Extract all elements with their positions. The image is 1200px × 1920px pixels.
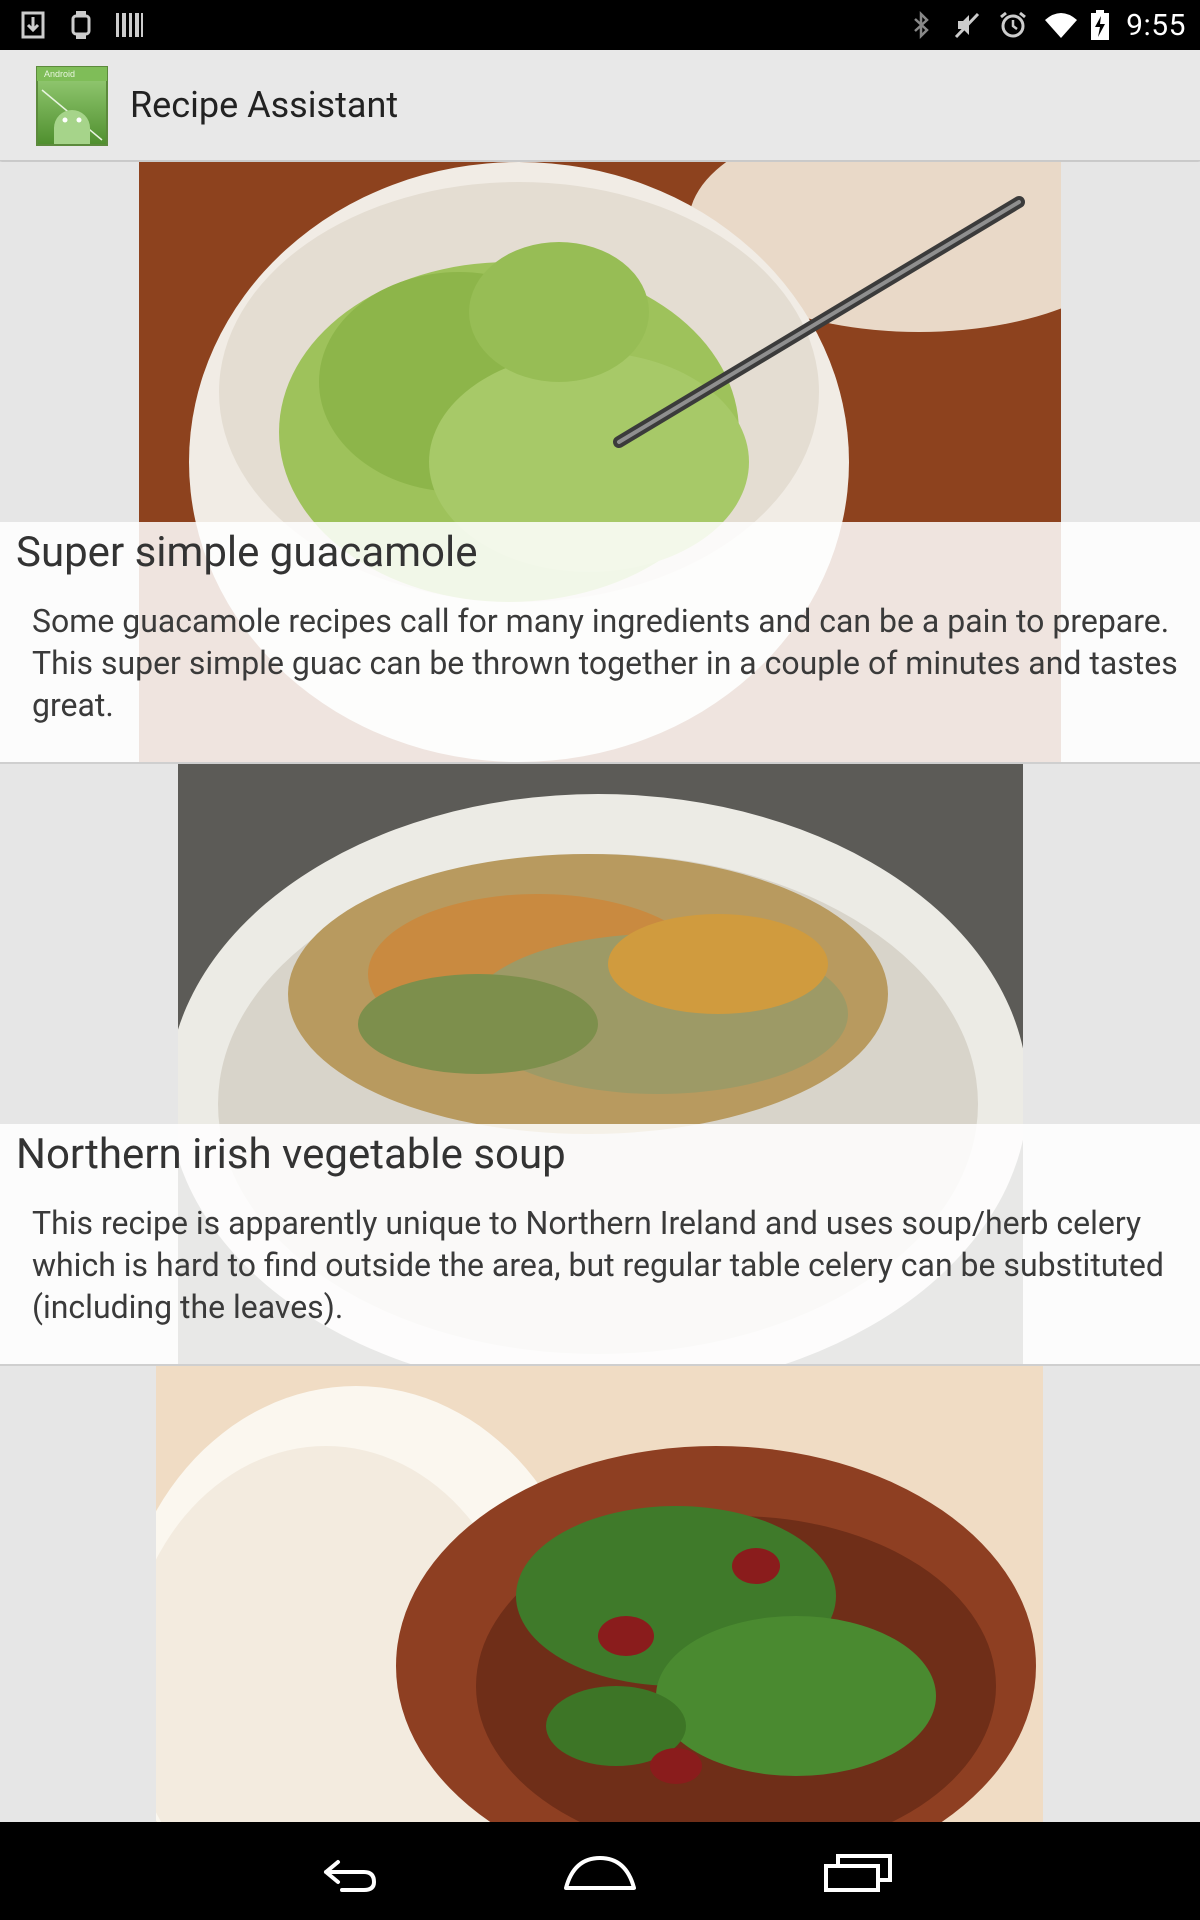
recipe-caption: Super simple guacamole Some guacamole re… [0,522,1200,762]
mute-icon [952,10,982,40]
recipe-card[interactable]: Super simple guacamole Some guacamole re… [0,162,1200,762]
alarm-icon [998,10,1028,40]
android-app-icon[interactable]: Android [36,66,108,146]
back-icon[interactable] [306,1844,386,1900]
action-bar: Android Recipe Assistant [0,50,1200,161]
bluetooth-icon [906,10,936,40]
app-title: Recipe Assistant [130,84,399,126]
recent-apps-icon[interactable] [818,1844,898,1900]
recipe-card[interactable]: Northern irish vegetable soup This recip… [0,764,1200,1364]
svg-text:Android: Android [44,69,75,79]
recipe-caption: Northern irish vegetable soup This recip… [0,1124,1200,1364]
system-icons: 9:55 [906,6,1186,44]
recipe-title: Northern irish vegetable soup [16,1130,566,1179]
recipe-description: Some guacamole recipes call for many ing… [32,602,1178,724]
navigation-bar [0,1822,1200,1920]
watch-icon [66,10,96,40]
recipe-title: Super simple guacamole [16,528,478,577]
wifi-icon [1044,10,1078,40]
battery-charging-icon [1090,10,1110,40]
chilli-rice-photo [156,1366,1043,1822]
recipe-card[interactable] [0,1366,1200,1822]
clock-time: 9:55 [1126,7,1186,43]
notification-icons [18,8,144,42]
home-icon[interactable] [560,1844,640,1900]
status-bar: 9:55 [0,0,1200,50]
recipe-description: This recipe is apparently unique to Nort… [32,1204,1164,1326]
barcode-icon [114,10,144,40]
recipe-list[interactable]: Super simple guacamole Some guacamole re… [0,162,1200,1822]
download-icon [18,10,48,40]
